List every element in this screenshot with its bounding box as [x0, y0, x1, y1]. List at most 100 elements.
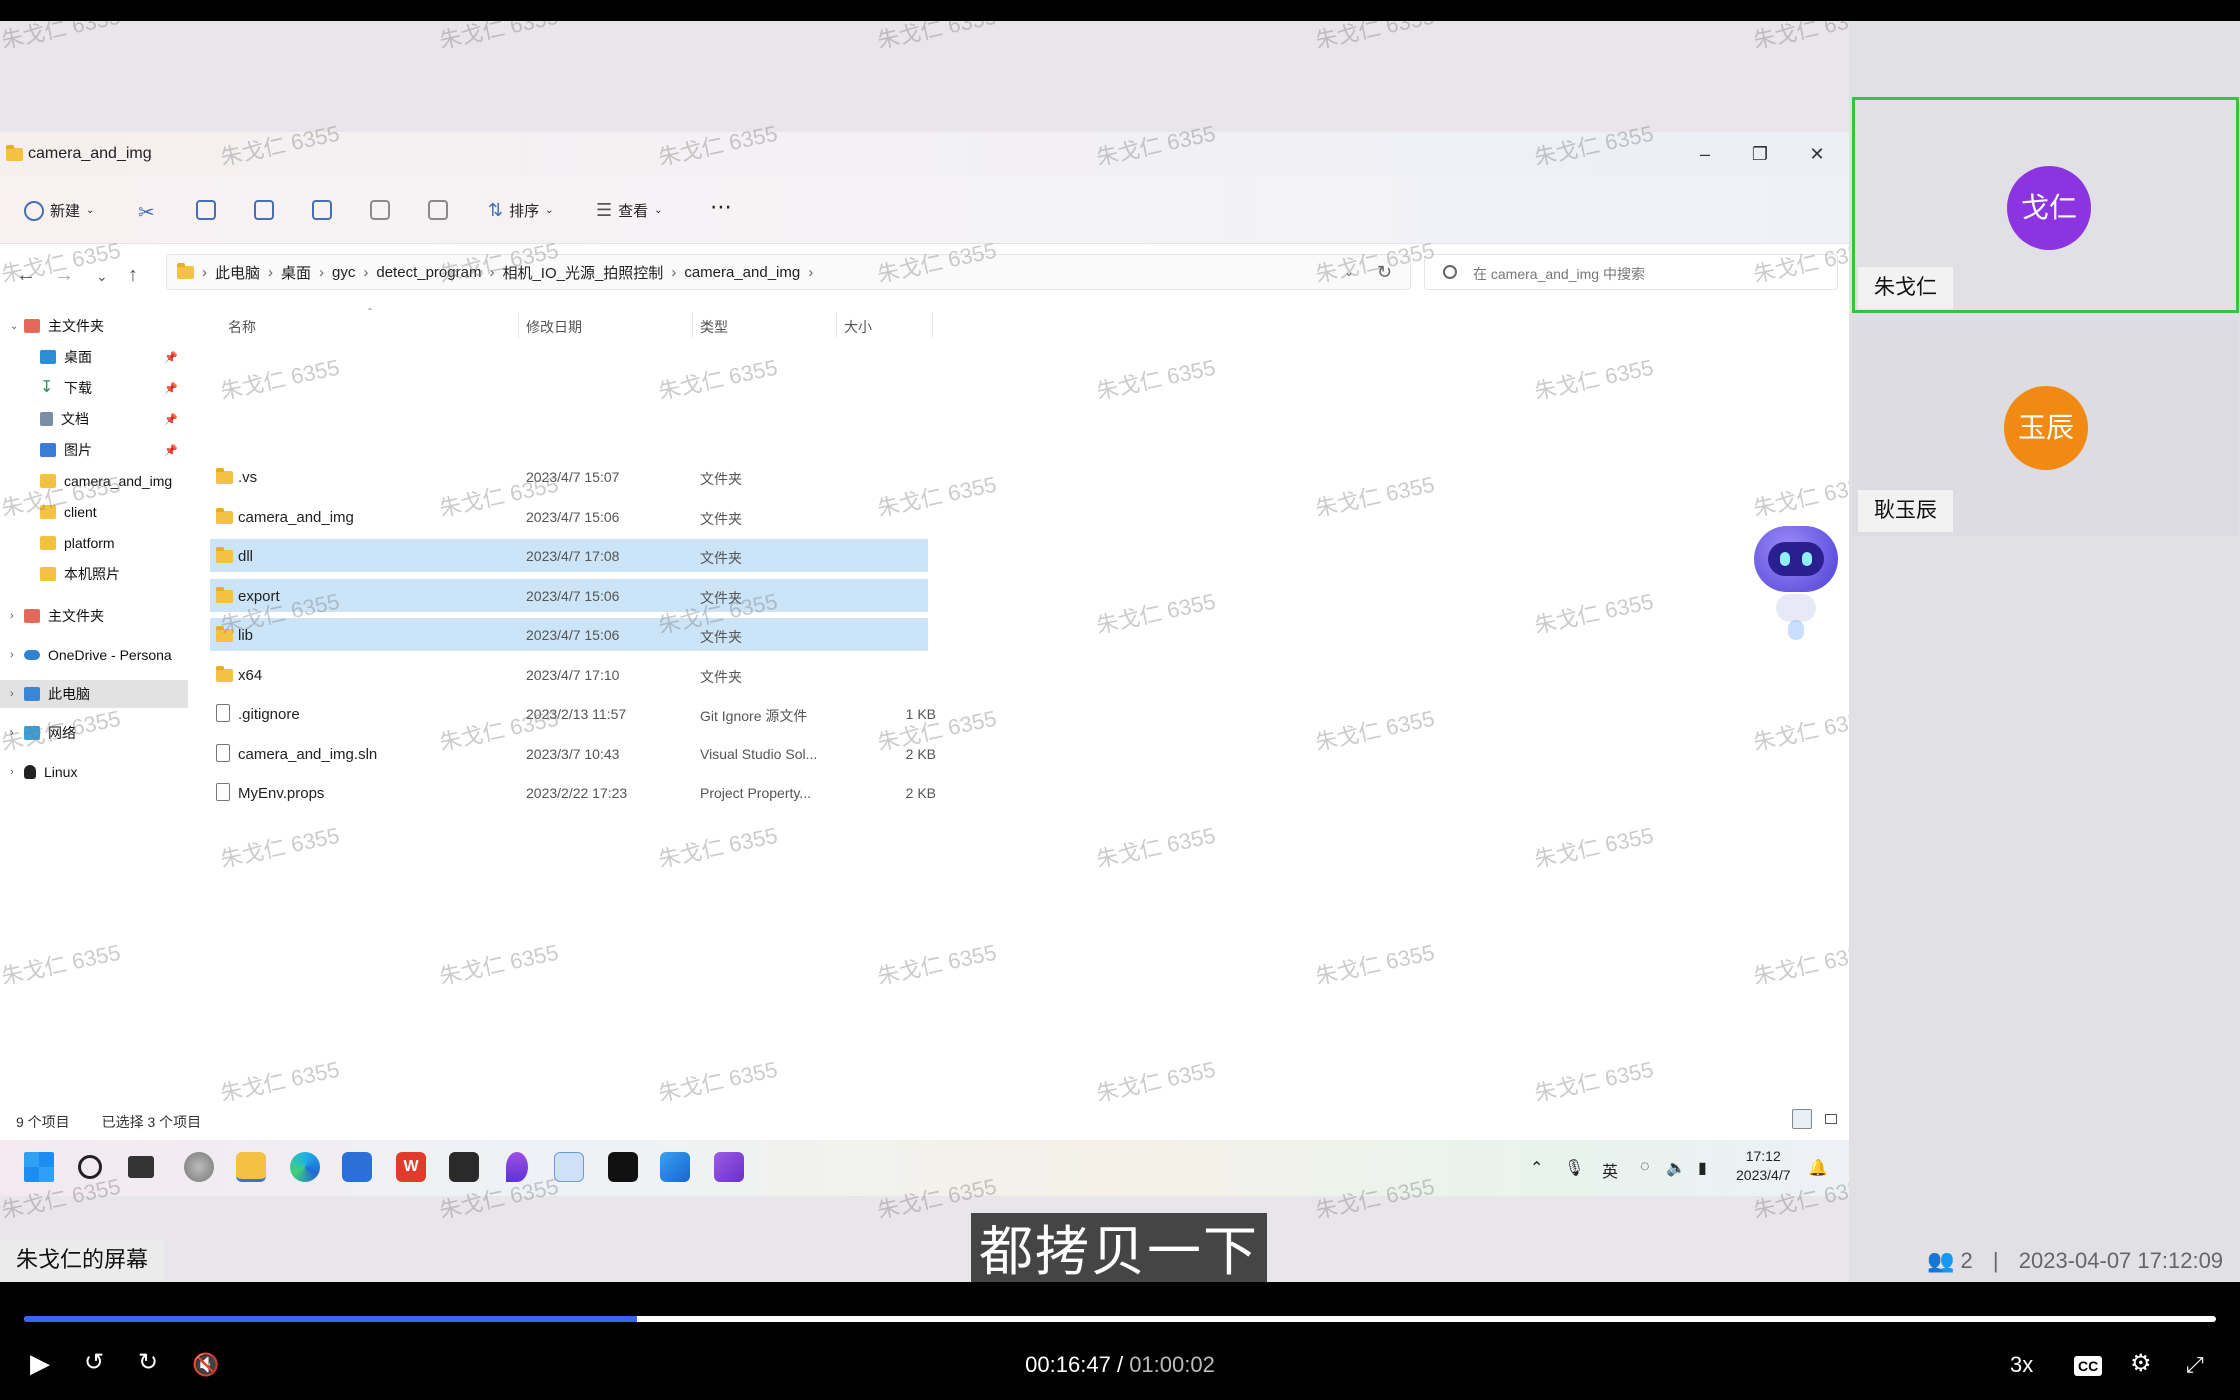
exit-fullscreen-icon[interactable]: ⤢ [2186, 1352, 2204, 1378]
crumb-camera-io[interactable]: 相机_IO_光源_拍照控制 [502, 262, 663, 283]
back-icon[interactable]: ← [16, 264, 36, 287]
column-type[interactable]: 类型 [700, 317, 728, 337]
file-type: 文件夹 [700, 589, 742, 606]
mail-app-icon[interactable] [660, 1152, 690, 1182]
tree-item-platform[interactable]: platform [0, 529, 188, 557]
history-chevron-icon[interactable]: ⌄ [1344, 265, 1354, 279]
chart-app-icon[interactable] [554, 1152, 584, 1182]
new-button[interactable]: 新建 ⌄ [24, 200, 94, 221]
file-row[interactable]: dll 2023/4/7 17:08 文件夹 [210, 539, 928, 572]
file-row[interactable]: camera_and_img.sln 2023/3/7 10:43 Visual S… [210, 737, 936, 770]
crumb-this-pc[interactable]: 此电脑 [215, 262, 260, 283]
file-row[interactable]: .gitignore 2023/2/13 11:57 Git Ignore 源文件 1… [210, 697, 936, 730]
file-explorer-taskbar-icon[interactable] [236, 1152, 266, 1182]
cc-button[interactable]: CC [2074, 1356, 2103, 1376]
tree-item-client[interactable]: client [0, 498, 188, 526]
rename-button[interactable] [312, 200, 332, 220]
column-divider[interactable] [518, 312, 519, 338]
participant-count: 2 [1960, 1248, 1973, 1273]
settings-gear-icon[interactable]: ⚙ [2130, 1349, 2152, 1378]
search-input[interactable]: 在 camera_and_img 中搜索 [1424, 254, 1838, 290]
notification-bell-icon[interactable]: 🔔 [1808, 1158, 1828, 1178]
tree-label: platform [64, 535, 115, 551]
tree-item-home-2[interactable]: › 主文件夹 [0, 602, 188, 630]
tree-item-documents[interactable]: 文档 📌 [0, 405, 188, 433]
tree-item-local-photos[interactable]: 本机照片 [0, 560, 188, 588]
app-purple-icon[interactable] [506, 1152, 528, 1182]
column-divider[interactable] [932, 312, 933, 338]
battery-icon[interactable]: ▮ [1698, 1158, 1707, 1178]
input-language[interactable]: 英 [1602, 1158, 1618, 1182]
tray-chevron-icon[interactable]: ⌃ [1530, 1158, 1543, 1178]
crumb-detect-program[interactable]: detect_program [376, 264, 481, 281]
column-name[interactable]: 名称 [228, 317, 256, 337]
sort-button[interactable]: ⇅ 排序 ⌄ [488, 200, 554, 221]
breadcrumb[interactable]: › 此电脑 › 桌面 › gyc › detect_program › 相机_IO_光源_… [166, 254, 1411, 290]
volume-icon[interactable]: 🔈 [1666, 1158, 1686, 1178]
taskbar-clock[interactable]: 17:12 2023/4/7 [1736, 1147, 1791, 1185]
column-date[interactable]: 修改日期 [526, 317, 582, 337]
file-row[interactable]: .vs 2023/4/7 15:07 文件夹 [210, 460, 928, 493]
column-divider[interactable] [836, 312, 837, 338]
crumb-gyc[interactable]: gyc [332, 264, 355, 281]
paste-button[interactable] [254, 200, 274, 220]
selected-count: 已选择 3 个项目 [101, 1114, 202, 1130]
tree-item-home[interactable]: ⌄ 主文件夹 [0, 312, 188, 340]
view-button[interactable]: ☰ 查看 ⌄ [596, 200, 663, 221]
assistant-robot-icon[interactable] [1748, 524, 1844, 644]
more-button[interactable]: ⋯ [710, 194, 732, 220]
file-row[interactable]: export 2023/4/7 15:06 文件夹 [210, 578, 928, 612]
file-row[interactable]: lib 2023/4/7 15:06 文件夹 [210, 618, 928, 651]
column-divider[interactable] [692, 312, 693, 338]
cut-button[interactable]: ✂ [138, 200, 155, 225]
microphone-icon[interactable]: 🎙 [1564, 1158, 1584, 1178]
visual-studio-icon[interactable] [714, 1152, 744, 1182]
speed-button[interactable]: 3x [2010, 1352, 2033, 1378]
tree-item-network[interactable]: › 网络 [0, 719, 188, 747]
tree-item-camera-and-img[interactable]: camera_and_img [0, 467, 188, 495]
copy-button[interactable] [196, 200, 216, 220]
file-row[interactable]: MyEnv.props 2023/2/22 17:23 Project Proper… [210, 776, 936, 809]
tree-label: client [64, 504, 97, 520]
file-type: Project Property... [700, 785, 812, 801]
minimize-button[interactable]: – [1685, 140, 1725, 168]
crumb-desktop[interactable]: 桌面 [281, 262, 311, 283]
refresh-icon[interactable]: ↻ [1377, 262, 1392, 283]
windows-start-icon[interactable] [24, 1152, 54, 1182]
tree-item-downloads[interactable]: ↧ 下载 📌 [0, 374, 188, 402]
file-row[interactable]: x64 2023/4/7 17:10 文件夹 [210, 658, 928, 691]
column-size[interactable]: 大小 [844, 317, 872, 337]
app-circle-icon[interactable] [184, 1152, 214, 1182]
crumb-camera-and-img[interactable]: camera_and_img [684, 264, 800, 281]
file-name: lib [238, 627, 254, 644]
wifi-icon[interactable]: ◌ [1640, 1158, 1650, 1176]
copy-icon [196, 200, 216, 220]
participant-tile-speaking[interactable]: 戈仁 朱戈仁 [1852, 97, 2239, 313]
tree-item-linux[interactable]: › Linux [0, 758, 188, 786]
progress-bar[interactable] [24, 1316, 2216, 1322]
restore-button[interactable]: ❐ [1740, 140, 1780, 168]
watermark-text: 朱戈仁 6355 [0, 21, 123, 54]
tree-item-onedrive[interactable]: › OneDrive - Persona [0, 641, 188, 669]
tiles-view-button[interactable] [1820, 1109, 1840, 1129]
tree-item-this-pc[interactable]: › 此电脑 [0, 680, 188, 708]
task-view-icon[interactable] [128, 1156, 154, 1178]
tree-item-pictures[interactable]: 图片 📌 [0, 436, 188, 464]
wps-icon[interactable]: W [396, 1152, 426, 1182]
up-icon[interactable]: ↑ [128, 264, 138, 287]
tree-item-desktop[interactable]: 桌面 📌 [0, 343, 188, 371]
edge-icon[interactable] [290, 1152, 320, 1182]
screen-share-label: 朱戈仁的屏幕 [0, 1240, 165, 1280]
share-button[interactable] [370, 200, 390, 220]
search-icon[interactable] [78, 1155, 102, 1179]
recent-chevron-icon[interactable]: ⌄ [96, 268, 108, 285]
close-button[interactable]: ✕ [1797, 140, 1837, 168]
delete-button[interactable] [428, 200, 448, 220]
file-row[interactable]: camera_and_img 2023/4/7 15:06 文件夹 [210, 500, 928, 533]
forward-icon[interactable]: → [54, 264, 74, 287]
store-icon[interactable] [342, 1152, 372, 1182]
app-dark-icon[interactable] [608, 1152, 638, 1182]
terminal-icon[interactable] [449, 1152, 479, 1182]
details-view-button[interactable] [1792, 1109, 1812, 1129]
participant-tile[interactable]: 玉辰 耿玉辰 [1852, 320, 2239, 536]
